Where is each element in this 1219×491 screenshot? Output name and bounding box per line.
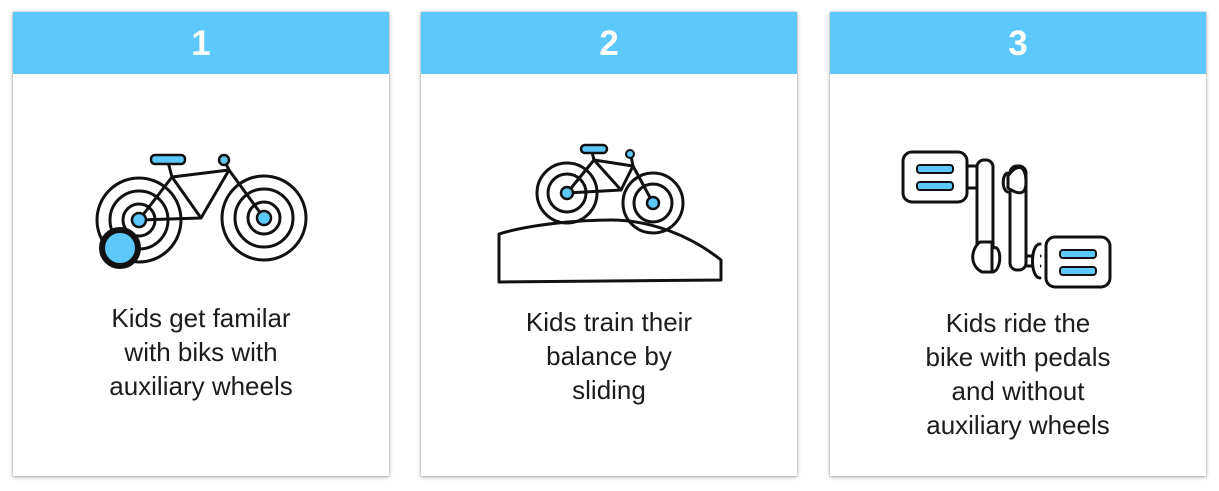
caption-line: auxiliary wheels [109,371,293,401]
caption-line: Kids train their [525,307,693,337]
step-card-2: 2 Kids train their balance by sliding [421,12,797,476]
step-caption-1: Kids get familar with biks with auxiliar… [71,301,331,403]
step-header-3: 3 [830,12,1206,74]
caption-line: bike with pedals [925,342,1111,372]
step-number-3: 3 [1008,23,1028,63]
caption-line: balance by [546,341,672,371]
step-card-1: 1 Kids get familar with biks with auxili… [13,12,389,476]
step-card-3: 3 Kids ride the bike with pedals and wit… [830,12,1206,476]
step-caption-2: Kids train their balance by sliding [479,305,739,407]
step-caption-3: Kids ride the bike with pedals and witho… [888,306,1148,442]
caption-line: sliding [572,375,646,405]
caption-line: and without [951,376,1085,406]
step-number-1: 1 [191,23,211,63]
caption-line: Kids get familar [111,303,291,333]
caption-line: Kids ride the [945,308,1091,338]
pedals-crank-icon [830,74,1206,292]
step-number-2: 2 [599,23,619,63]
step-header-2: 2 [421,12,797,74]
step-header-1: 1 [13,12,389,74]
steps-infographic: 1 Kids get familar with biks with auxili… [0,0,1219,491]
caption-line: auxiliary wheels [926,410,1110,440]
balance-bike-on-hill-icon [421,74,797,292]
bike-with-training-wheels-icon [13,74,389,292]
caption-line: with biks with [124,337,278,367]
